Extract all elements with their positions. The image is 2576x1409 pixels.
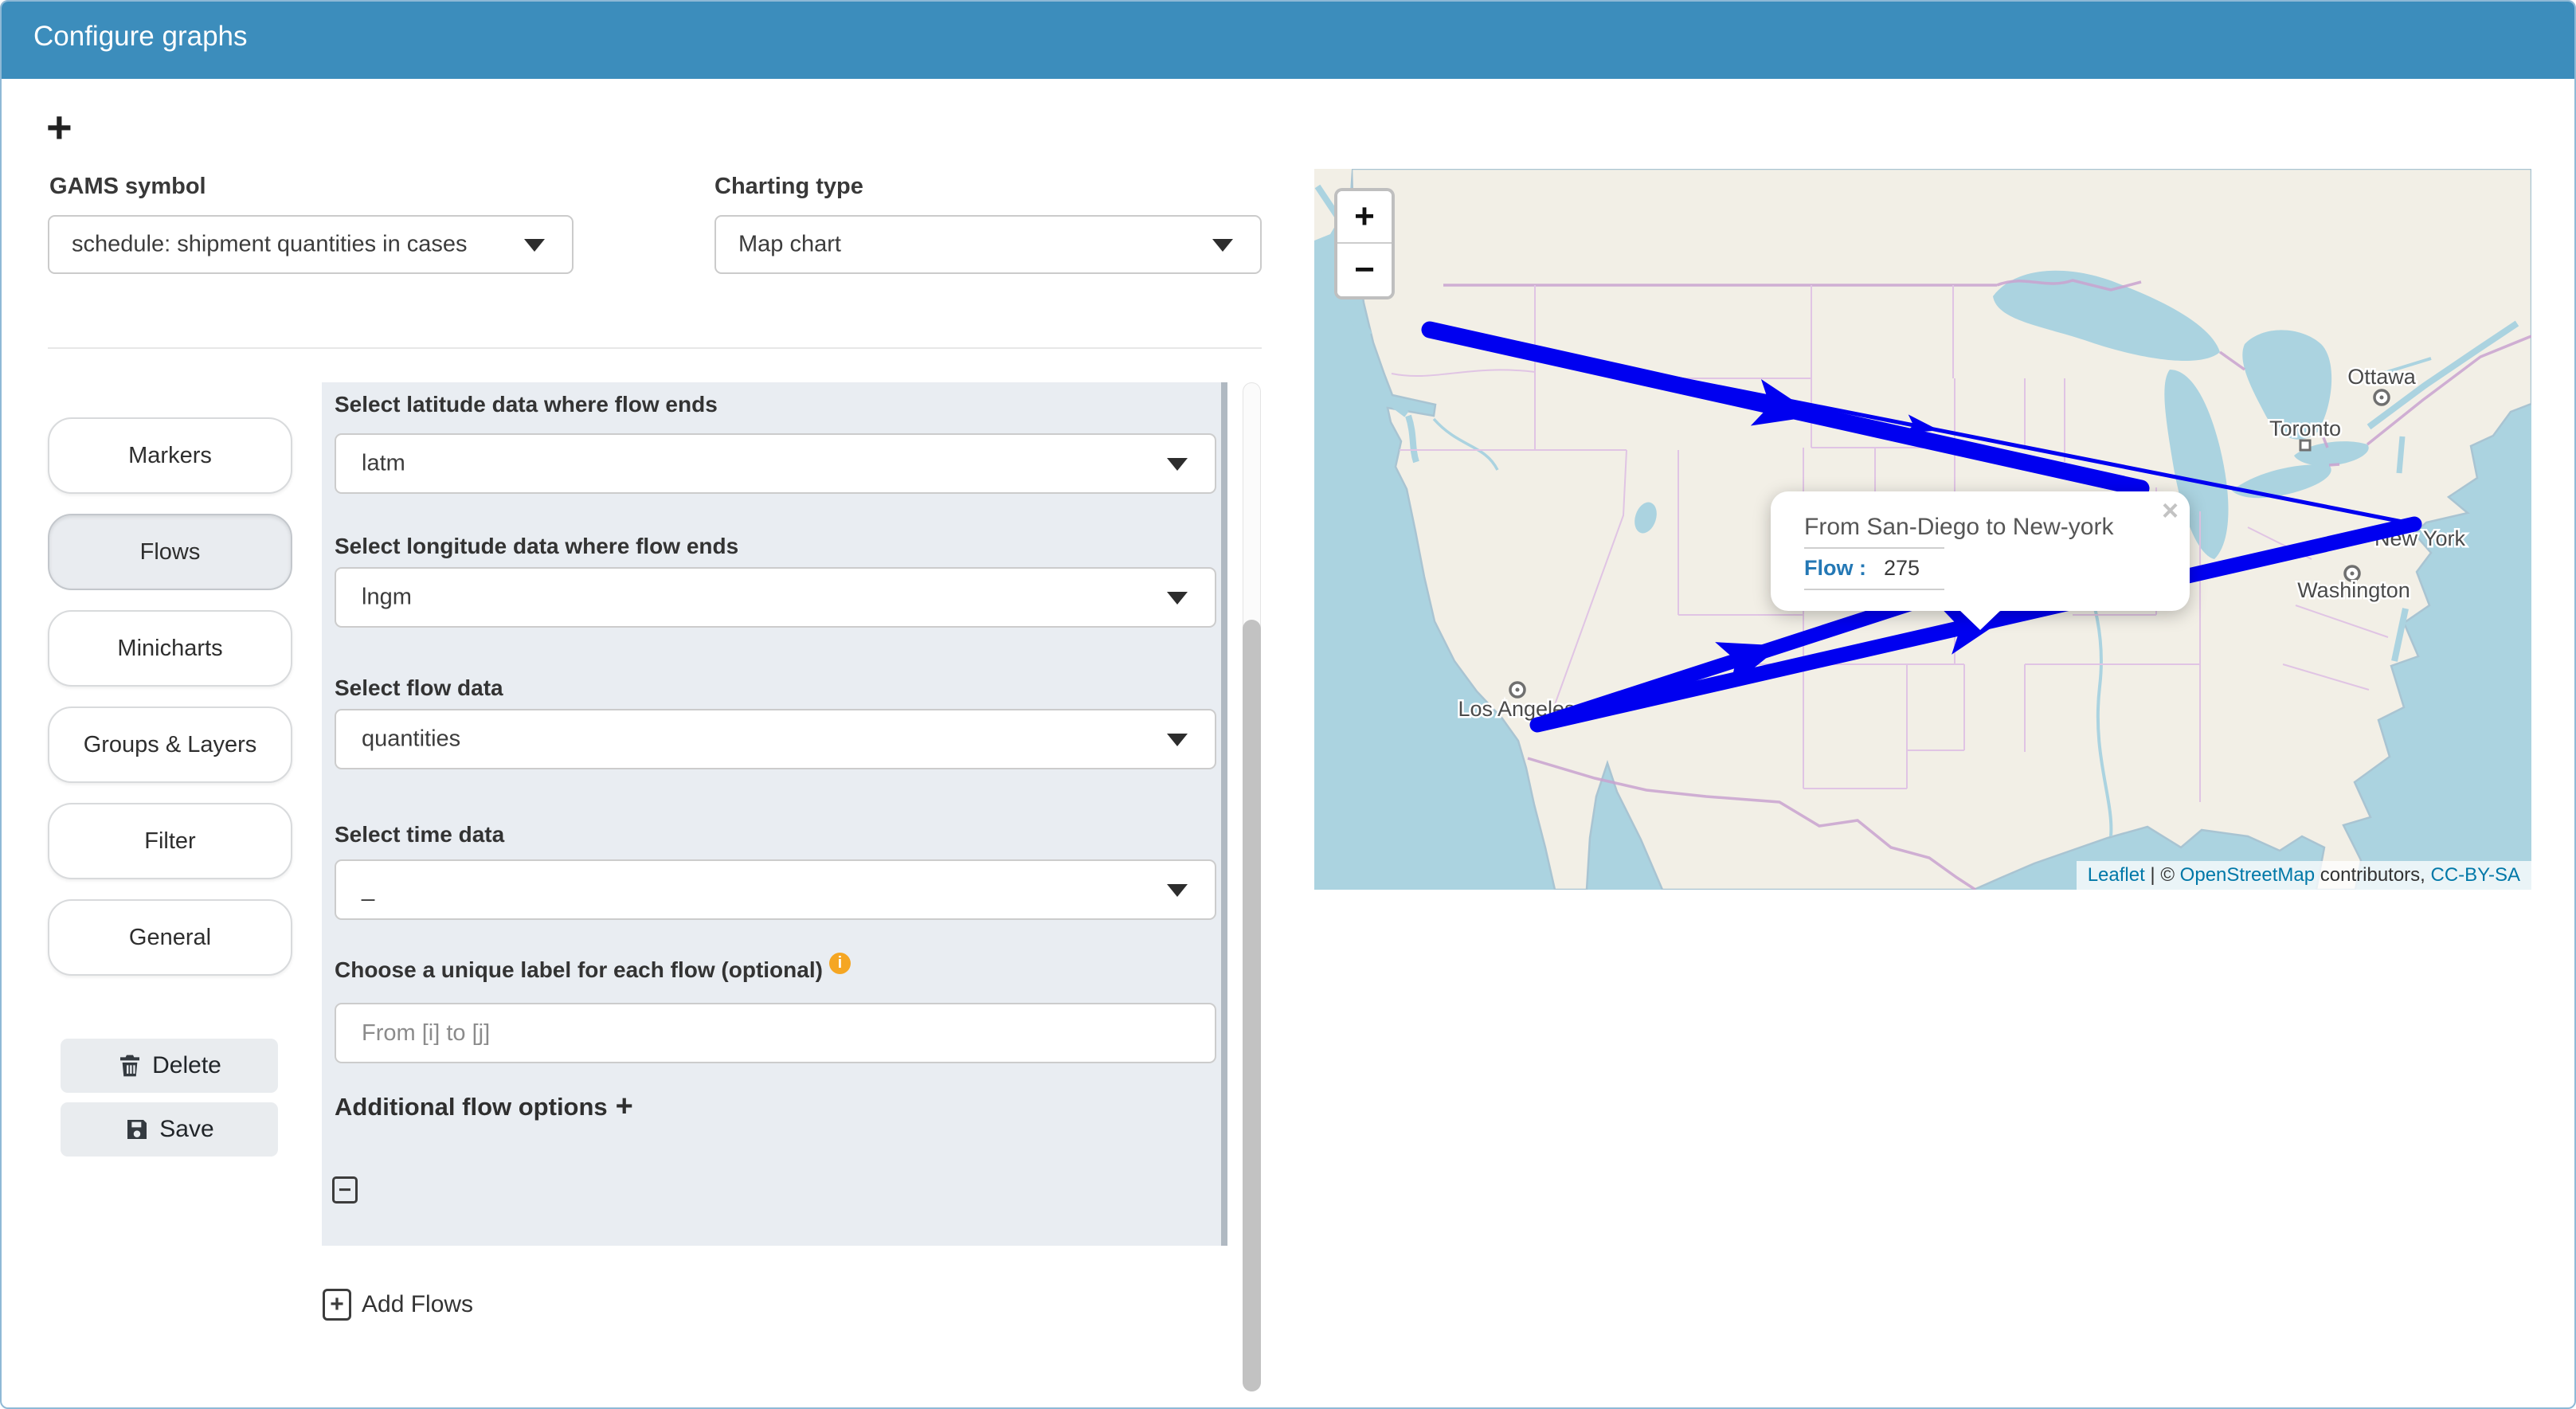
popup-close-icon[interactable]: × bbox=[2162, 496, 2179, 525]
attribution-link[interactable]: CC-BY-SA bbox=[2431, 864, 2520, 886]
flow-label-input[interactable] bbox=[336, 1004, 1215, 1062]
scrollbar-thumb[interactable] bbox=[1243, 620, 1261, 1391]
flow-label-input-wrap[interactable] bbox=[335, 1003, 1216, 1063]
attribution-text: contributors, bbox=[2315, 864, 2431, 886]
map-attribution: Leaflet | © OpenStreetMap contributors, … bbox=[2076, 861, 2531, 890]
city-label: Toronto bbox=[2269, 417, 2341, 440]
chevron-down-icon bbox=[524, 239, 545, 252]
field-label-4: Choose a unique label for each flow (opt… bbox=[335, 953, 851, 983]
charting-type-value: Map chart bbox=[738, 231, 841, 257]
chevron-down-icon bbox=[1167, 458, 1188, 471]
dialog-title: Configure graphs bbox=[33, 21, 248, 52]
charting-type-select[interactable]: Map chart bbox=[714, 215, 1262, 274]
tab-filter[interactable]: Filter bbox=[48, 803, 292, 879]
chevron-down-icon bbox=[1167, 884, 1188, 897]
city-marker-dot bbox=[2379, 395, 2384, 400]
additional-flow-options-header: Additional flow options + bbox=[335, 1090, 633, 1124]
city-marker-dot bbox=[2350, 571, 2355, 576]
trash-icon bbox=[120, 1055, 140, 1077]
save-button[interactable]: Save bbox=[61, 1102, 278, 1157]
gams-symbol-value: schedule: shipment quantities in cases bbox=[72, 231, 468, 257]
field-label-2: Select flow data bbox=[335, 675, 503, 700]
attribution-link[interactable]: OpenStreetMap bbox=[2180, 864, 2315, 886]
popup-row-value: 275 bbox=[1883, 556, 1920, 580]
chevron-down-icon bbox=[1167, 734, 1188, 746]
popup-title: From San-Diego to New-york bbox=[1804, 514, 2114, 540]
info-icon[interactable]: i bbox=[828, 953, 851, 974]
chevron-down-icon bbox=[1167, 592, 1188, 605]
field-label-0: Select latitude data where flow ends bbox=[335, 392, 718, 417]
tab-general[interactable]: General bbox=[48, 899, 292, 976]
leaflet-map[interactable]: Ottawa Toronto New York Washington Los Angel… bbox=[1314, 169, 2531, 890]
attribution-link[interactable]: Leaflet bbox=[2088, 864, 2145, 886]
select-value: lngm bbox=[362, 584, 412, 610]
map-zoom-control: + − bbox=[1334, 188, 1395, 299]
select-field-2[interactable]: quantities bbox=[335, 709, 1216, 769]
additional-flow-options-label: Additional flow options bbox=[335, 1092, 608, 1121]
add-graph-button[interactable]: + bbox=[46, 104, 94, 151]
section-divider bbox=[48, 347, 1262, 349]
city-marker-icon bbox=[2299, 439, 2312, 452]
panel-scrollbar[interactable] bbox=[1221, 382, 1227, 1246]
city-marker-dot bbox=[1515, 687, 1520, 692]
add-flows-label: Add Flows bbox=[362, 1291, 474, 1317]
chevron-down-icon bbox=[1212, 239, 1233, 252]
select-value: quantities bbox=[362, 726, 461, 752]
zoom-out-button[interactable]: − bbox=[1337, 244, 1392, 296]
delete-button[interactable]: Delete bbox=[61, 1039, 278, 1093]
charting-type-label: Charting type bbox=[714, 174, 863, 199]
configure-graphs-dialog: Configure graphs + GAMS symbol schedule:… bbox=[0, 0, 2576, 1409]
city-label: Ottawa bbox=[2347, 365, 2417, 389]
select-value: _ bbox=[362, 876, 375, 902]
attribution-text: | © bbox=[2144, 864, 2180, 886]
tab-groups-layers[interactable]: Groups & Layers bbox=[48, 706, 292, 783]
select-field-0[interactable]: latm bbox=[335, 433, 1216, 494]
select-field-1[interactable]: lngm bbox=[335, 567, 1216, 628]
select-field-3[interactable]: _ bbox=[335, 859, 1216, 920]
zoom-in-button[interactable]: + bbox=[1337, 191, 1392, 244]
flow-popup: × From San-Diego to New-york Flow : 275 bbox=[1771, 491, 2190, 630]
tab-minicharts[interactable]: Minicharts bbox=[48, 610, 292, 687]
city-label: Washington bbox=[2297, 578, 2410, 602]
flow-options-panel: Additional flow options + − Select latit… bbox=[322, 382, 1227, 1246]
field-label-1: Select longitude data where flow ends bbox=[335, 534, 739, 558]
tab-flows[interactable]: Flows bbox=[48, 514, 292, 590]
save-button-label: Save bbox=[159, 1116, 214, 1142]
popup-row-label: Flow : bbox=[1804, 556, 1866, 580]
floppy-disk-icon bbox=[127, 1120, 147, 1139]
expand-plus-icon[interactable]: + bbox=[616, 1090, 633, 1124]
collapse-flow-minus-icon[interactable]: − bbox=[332, 1176, 358, 1204]
gams-symbol-select[interactable]: schedule: shipment quantities in cases bbox=[48, 215, 574, 274]
tab-markers[interactable]: Markers bbox=[48, 417, 292, 494]
dialog-header: Configure graphs bbox=[2, 2, 2574, 79]
select-value: latm bbox=[362, 450, 405, 476]
field-label-3: Select time data bbox=[335, 822, 505, 847]
gams-symbol-label: GAMS symbol bbox=[49, 174, 206, 199]
add-flows-button[interactable]: + Add Flows bbox=[323, 1286, 473, 1324]
plus-square-icon: + bbox=[323, 1289, 351, 1321]
popup-rows: Flow : 275 bbox=[1804, 547, 1944, 590]
delete-button-label: Delete bbox=[152, 1052, 221, 1078]
popup-tail bbox=[1959, 610, 2001, 630]
